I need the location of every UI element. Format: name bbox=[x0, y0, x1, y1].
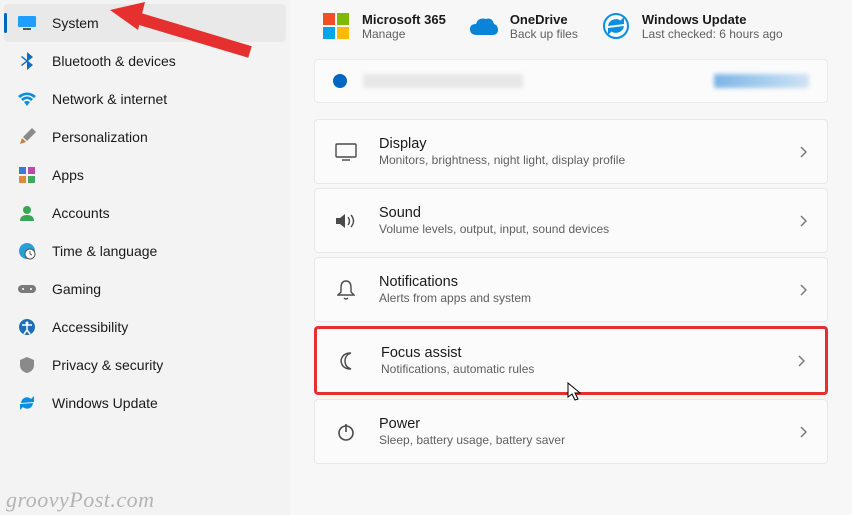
apps-icon bbox=[18, 166, 36, 184]
onedrive-title: OneDrive bbox=[510, 12, 578, 27]
sidebar-item-accessibility[interactable]: Accessibility bbox=[4, 308, 286, 346]
chevron-right-icon bbox=[799, 146, 807, 158]
shield-icon bbox=[18, 356, 36, 374]
power-icon bbox=[335, 421, 357, 443]
sound-icon bbox=[335, 210, 357, 232]
ms365-card[interactable]: Microsoft 365 Manage bbox=[322, 12, 446, 41]
bell-icon bbox=[335, 279, 357, 301]
setting-title: Display bbox=[379, 136, 625, 152]
top-cards-row: Microsoft 365 Manage OneDrive Back up fi… bbox=[314, 8, 828, 59]
update-sub: Last checked: 6 hours ago bbox=[642, 27, 783, 41]
chevron-right-icon bbox=[797, 355, 805, 367]
bluetooth-icon bbox=[18, 52, 36, 70]
paintbrush-icon bbox=[18, 128, 36, 146]
redacted-value bbox=[714, 74, 809, 88]
globe-clock-icon bbox=[18, 242, 36, 260]
update-title: Windows Update bbox=[642, 12, 783, 27]
chevron-right-icon bbox=[799, 426, 807, 438]
onedrive-sub: Back up files bbox=[510, 27, 578, 41]
sidebar-item-system[interactable]: System bbox=[4, 4, 286, 42]
sidebar-item-update[interactable]: Windows Update bbox=[4, 384, 286, 422]
setting-focus-assist[interactable]: Focus assist Notifications, automatic ru… bbox=[314, 326, 828, 395]
sidebar-item-personalization[interactable]: Personalization bbox=[4, 118, 286, 156]
wifi-icon bbox=[18, 90, 36, 108]
sidebar-item-label: System bbox=[52, 15, 99, 31]
windows-update-icon bbox=[602, 12, 630, 40]
onedrive-card[interactable]: OneDrive Back up files bbox=[470, 12, 578, 41]
sidebar-item-label: Privacy & security bbox=[52, 357, 163, 373]
sidebar-item-label: Accounts bbox=[52, 205, 110, 221]
gamepad-icon bbox=[18, 280, 36, 298]
setting-title: Sound bbox=[379, 205, 609, 221]
sidebar-item-label: Gaming bbox=[52, 281, 101, 297]
sidebar-item-label: Bluetooth & devices bbox=[52, 53, 176, 69]
moon-icon bbox=[337, 350, 359, 372]
sidebar-item-label: Accessibility bbox=[52, 319, 128, 335]
onedrive-icon bbox=[470, 12, 498, 40]
chevron-right-icon bbox=[799, 284, 807, 296]
ms365-sub: Manage bbox=[362, 27, 446, 41]
accessibility-icon bbox=[18, 318, 36, 336]
setting-title: Focus assist bbox=[381, 345, 534, 361]
system-icon bbox=[18, 14, 36, 32]
sidebar-item-privacy[interactable]: Privacy & security bbox=[4, 346, 286, 384]
person-icon bbox=[18, 204, 36, 222]
setting-sound[interactable]: Sound Volume levels, output, input, soun… bbox=[314, 188, 828, 253]
setting-title: Notifications bbox=[379, 274, 531, 290]
sidebar-item-bluetooth[interactable]: Bluetooth & devices bbox=[4, 42, 286, 80]
ms365-title: Microsoft 365 bbox=[362, 12, 446, 27]
redacted-text bbox=[363, 74, 523, 88]
info-banner[interactable] bbox=[314, 59, 828, 103]
sidebar-item-accounts[interactable]: Accounts bbox=[4, 194, 286, 232]
sidebar-item-label: Personalization bbox=[52, 129, 148, 145]
setting-sub: Volume levels, output, input, sound devi… bbox=[379, 222, 609, 236]
setting-display[interactable]: Display Monitors, brightness, night ligh… bbox=[314, 119, 828, 184]
ms365-icon bbox=[322, 12, 350, 40]
sidebar-item-label: Time & language bbox=[52, 243, 157, 259]
sidebar-item-label: Apps bbox=[52, 167, 84, 183]
sidebar-item-apps[interactable]: Apps bbox=[4, 156, 286, 194]
display-icon bbox=[335, 141, 357, 163]
main-content: Microsoft 365 Manage OneDrive Back up fi… bbox=[290, 0, 852, 515]
windows-update-card[interactable]: Windows Update Last checked: 6 hours ago bbox=[602, 12, 783, 41]
setting-sub: Monitors, brightness, night light, displ… bbox=[379, 153, 625, 167]
sidebar-item-label: Windows Update bbox=[52, 395, 158, 411]
setting-power[interactable]: Power Sleep, battery usage, battery save… bbox=[314, 399, 828, 464]
setting-title: Power bbox=[379, 416, 565, 432]
sidebar: System Bluetooth & devices Network & int… bbox=[0, 0, 290, 515]
setting-sub: Notifications, automatic rules bbox=[381, 362, 534, 376]
sidebar-item-label: Network & internet bbox=[52, 91, 167, 107]
sidebar-item-gaming[interactable]: Gaming bbox=[4, 270, 286, 308]
sidebar-item-network[interactable]: Network & internet bbox=[4, 80, 286, 118]
info-icon bbox=[333, 74, 347, 88]
setting-notifications[interactable]: Notifications Alerts from apps and syste… bbox=[314, 257, 828, 322]
chevron-right-icon bbox=[799, 215, 807, 227]
setting-sub: Alerts from apps and system bbox=[379, 291, 531, 305]
watermark: groovyPost.com bbox=[6, 487, 155, 513]
setting-sub: Sleep, battery usage, battery saver bbox=[379, 433, 565, 447]
update-icon bbox=[18, 394, 36, 412]
sidebar-item-time[interactable]: Time & language bbox=[4, 232, 286, 270]
